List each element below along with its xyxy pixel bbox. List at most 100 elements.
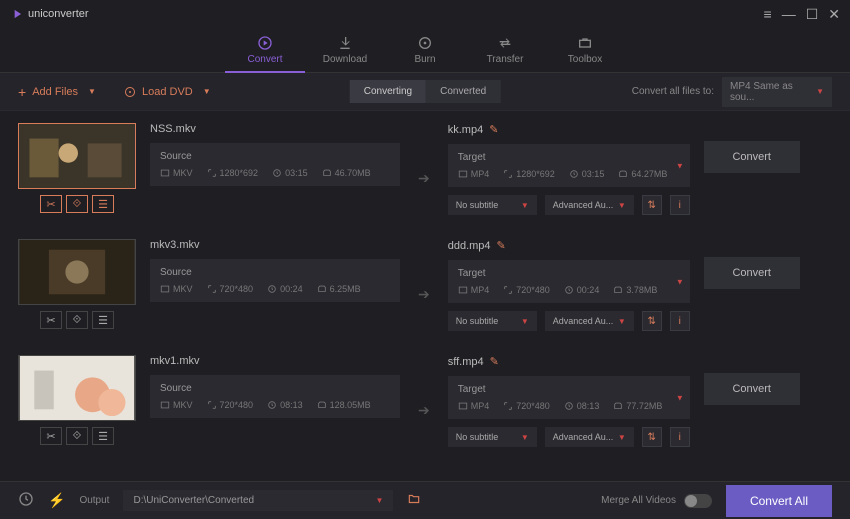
resolution: 720*480 bbox=[207, 400, 254, 410]
duration: 00:24 bbox=[564, 285, 600, 295]
subtitle-select[interactable]: No subtitle▼ bbox=[448, 427, 537, 447]
folder-open-icon[interactable] bbox=[407, 492, 421, 509]
target-filename: ddd.mp4 ✎ bbox=[448, 239, 690, 252]
tab-transfer[interactable]: Transfer bbox=[465, 28, 545, 72]
resolution: 1280*692 bbox=[503, 169, 555, 179]
duration: 03:15 bbox=[569, 169, 605, 179]
source-filename: NSS.mkv bbox=[150, 123, 400, 135]
output-format-select[interactable]: MP4 Same as sou... ▼ bbox=[722, 77, 832, 107]
audio-select[interactable]: Advanced Au...▼ bbox=[545, 427, 634, 447]
convert-to: Convert all files to: MP4 Same as sou...… bbox=[632, 77, 832, 107]
speed-icon[interactable]: ⚡ bbox=[48, 492, 65, 509]
file-list: ✂ ⟐ ☰ NSS.mkv Source MKV 1280*692 03:15 … bbox=[0, 111, 850, 481]
info-icon[interactable]: i bbox=[670, 195, 690, 215]
duration: 03:15 bbox=[272, 168, 308, 178]
convert-button[interactable]: Convert bbox=[704, 257, 800, 289]
cut-icon[interactable]: ✂ bbox=[40, 311, 62, 329]
thumbnail-column: ✂ ⟐ ☰ bbox=[18, 123, 136, 213]
resolution: 720*480 bbox=[207, 284, 254, 294]
subtitle-select[interactable]: No subtitle▼ bbox=[448, 195, 537, 215]
tab-burn[interactable]: Burn bbox=[385, 28, 465, 72]
tune-icon[interactable]: ⇅ bbox=[642, 311, 662, 331]
app-logo: uniconverter bbox=[10, 7, 89, 21]
format-badge: MKV bbox=[160, 168, 193, 178]
source-column: mkv1.mkv Source MKV 720*480 08:13 128.05… bbox=[150, 355, 400, 418]
merge-videos: Merge All Videos bbox=[601, 494, 712, 508]
info-icon[interactable]: i bbox=[670, 427, 690, 447]
edit-icon[interactable]: ✎ bbox=[497, 239, 506, 252]
options-row: No subtitle▼ Advanced Au...▼ ⇅ i bbox=[448, 427, 690, 447]
crop-icon[interactable]: ⟐ bbox=[66, 427, 88, 445]
filesize: 3.78MB bbox=[613, 285, 657, 295]
chevron-down-icon[interactable]: ▼ bbox=[676, 161, 684, 170]
video-thumbnail[interactable] bbox=[18, 123, 136, 189]
tune-icon[interactable]: ⇅ bbox=[642, 195, 662, 215]
chevron-down-icon[interactable]: ▼ bbox=[676, 277, 684, 286]
video-thumbnail[interactable] bbox=[18, 355, 136, 421]
source-filename: mkv3.mkv bbox=[150, 239, 400, 251]
disc-icon bbox=[124, 86, 136, 98]
add-files-button[interactable]: + Add Files ▼ bbox=[18, 84, 96, 100]
resolution: 720*480 bbox=[503, 285, 550, 295]
audio-select[interactable]: Advanced Au...▼ bbox=[545, 195, 634, 215]
subtab-converted[interactable]: Converted bbox=[426, 80, 500, 103]
footer: ⚡ Output D:\UniConverter\Converted ▼ Mer… bbox=[0, 481, 850, 519]
close-icon[interactable]: ✕ bbox=[828, 6, 840, 23]
thumb-tools: ✂ ⟐ ☰ bbox=[18, 195, 136, 213]
tab-convert[interactable]: Convert bbox=[225, 28, 305, 72]
clock-icon[interactable] bbox=[18, 491, 34, 510]
target-info[interactable]: Target MP4 1280*692 03:15 64.27MB ▼ bbox=[448, 144, 690, 187]
resolution: 1280*692 bbox=[207, 168, 259, 178]
list-item: ✂ ⟐ ☰ mkv3.mkv Source MKV 720*480 00:24 … bbox=[0, 227, 850, 343]
crop-icon[interactable]: ⟐ bbox=[66, 195, 88, 213]
settings-icon[interactable]: ☰ bbox=[92, 195, 114, 213]
thumb-tools: ✂ ⟐ ☰ bbox=[18, 427, 136, 445]
merge-toggle[interactable] bbox=[684, 494, 712, 508]
minimize-icon[interactable]: — bbox=[782, 6, 796, 23]
target-info[interactable]: Target MP4 720*480 00:24 3.78MB ▼ bbox=[448, 260, 690, 303]
settings-icon[interactable]: ☰ bbox=[92, 427, 114, 445]
transfer-icon bbox=[497, 35, 513, 51]
target-column: ddd.mp4 ✎ Target MP4 720*480 00:24 3.78M… bbox=[448, 239, 690, 331]
source-column: NSS.mkv Source MKV 1280*692 03:15 46.70M… bbox=[150, 123, 400, 186]
duration: 00:24 bbox=[267, 284, 303, 294]
app-name: uniconverter bbox=[28, 8, 89, 20]
target-info[interactable]: Target MP4 720*480 08:13 77.72MB ▼ bbox=[448, 376, 690, 419]
load-dvd-button[interactable]: Load DVD ▼ bbox=[124, 86, 211, 98]
window-controls: ≡ — ☐ ✕ bbox=[764, 6, 840, 23]
play-logo-icon bbox=[10, 7, 24, 21]
filesize: 64.27MB bbox=[618, 169, 667, 179]
cut-icon[interactable]: ✂ bbox=[40, 427, 62, 445]
subtitle-select[interactable]: No subtitle▼ bbox=[448, 311, 537, 331]
duration: 08:13 bbox=[267, 400, 303, 410]
audio-select[interactable]: Advanced Au...▼ bbox=[545, 311, 634, 331]
convert-all-button[interactable]: Convert All bbox=[726, 485, 832, 517]
menu-icon[interactable]: ≡ bbox=[764, 6, 772, 23]
subtab-converting[interactable]: Converting bbox=[350, 80, 426, 103]
edit-icon[interactable]: ✎ bbox=[490, 355, 499, 368]
chevron-down-icon[interactable]: ▼ bbox=[676, 393, 684, 402]
source-info: Source MKV 720*480 08:13 128.05MB bbox=[150, 375, 400, 418]
target-column: sff.mp4 ✎ Target MP4 720*480 08:13 77.72… bbox=[448, 355, 690, 447]
crop-icon[interactable]: ⟐ bbox=[66, 311, 88, 329]
toolbox-icon bbox=[577, 35, 593, 51]
tab-download[interactable]: Download bbox=[305, 28, 385, 72]
cut-icon[interactable]: ✂ bbox=[40, 195, 62, 213]
target-column: kk.mp4 ✎ Target MP4 1280*692 03:15 64.27… bbox=[448, 123, 690, 215]
format-badge: MP4 bbox=[458, 169, 490, 179]
info-icon[interactable]: i bbox=[670, 311, 690, 331]
filesize: 6.25MB bbox=[317, 284, 361, 294]
filesize: 128.05MB bbox=[317, 400, 371, 410]
maximize-icon[interactable]: ☐ bbox=[806, 6, 819, 23]
edit-icon[interactable]: ✎ bbox=[489, 123, 498, 136]
subtabs: Converting Converted bbox=[350, 80, 501, 103]
list-item: ✂ ⟐ ☰ NSS.mkv Source MKV 1280*692 03:15 … bbox=[0, 111, 850, 227]
convert-button[interactable]: Convert bbox=[704, 141, 800, 173]
arrow-right-icon: ➔ bbox=[414, 170, 434, 187]
convert-button[interactable]: Convert bbox=[704, 373, 800, 405]
arrow-right-icon: ➔ bbox=[414, 402, 434, 419]
video-thumbnail[interactable] bbox=[18, 239, 136, 305]
tune-icon[interactable]: ⇅ bbox=[642, 427, 662, 447]
settings-icon[interactable]: ☰ bbox=[92, 311, 114, 329]
tab-toolbox[interactable]: Toolbox bbox=[545, 28, 625, 72]
